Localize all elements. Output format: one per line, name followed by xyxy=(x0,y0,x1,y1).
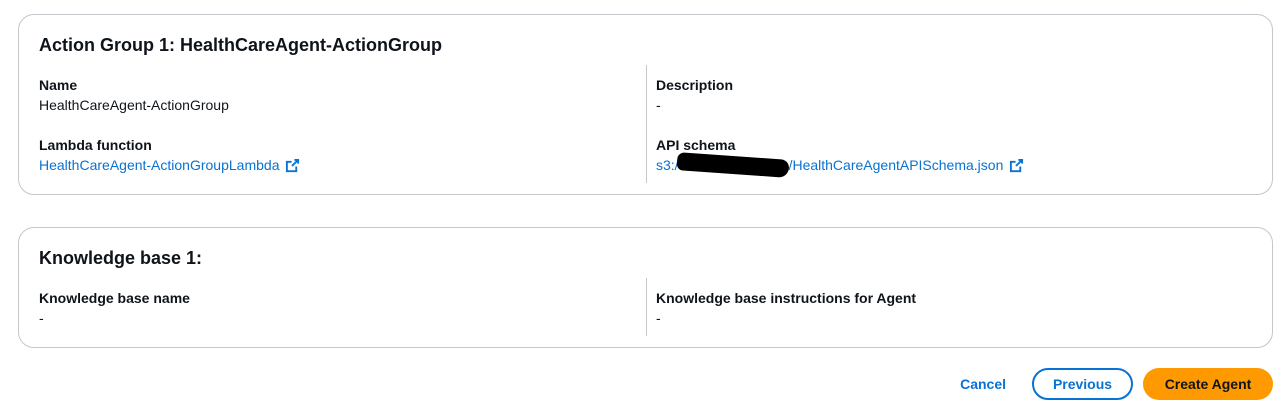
lambda-label: Lambda function xyxy=(39,137,152,153)
external-link-icon xyxy=(1009,158,1024,173)
external-link-icon xyxy=(285,158,300,173)
description-label: Description xyxy=(656,77,734,93)
knowledge-base-title: Knowledge base 1: xyxy=(39,248,203,268)
description-value: - xyxy=(656,97,661,113)
knowledge-base-name-field: Knowledge base name - xyxy=(39,288,190,328)
knowledge-base-card: Knowledge base 1: Knowledge base name - … xyxy=(18,227,1273,348)
knowledge-base-name-value: - xyxy=(39,310,44,326)
cancel-button[interactable]: Cancel xyxy=(944,368,1022,400)
action-group-title: Action Group 1: HealthCareAgent-ActionGr… xyxy=(39,35,443,55)
knowledge-base-instructions-label: Knowledge base instructions for Agent xyxy=(656,290,917,306)
api-schema-link[interactable]: s3:/ /HealthCareAgentAPISchema.json xyxy=(656,152,1024,178)
api-schema-link-prefix: s3:/ xyxy=(656,157,679,173)
api-schema-link-suffix: /HealthCareAgentAPISchema.json xyxy=(788,157,1004,173)
create-agent-button[interactable]: Create Agent xyxy=(1143,368,1273,400)
description-field: Description - xyxy=(656,75,733,115)
api-schema-field: API schema s3:/ /HealthCareAgentAPISchem… xyxy=(656,135,1024,178)
lambda-field: Lambda function HealthCareAgent-ActionGr… xyxy=(39,135,300,175)
action-group-column-divider xyxy=(646,65,647,183)
wizard-footer: Cancel Previous Create Agent xyxy=(944,368,1273,400)
redaction-mark xyxy=(676,152,790,178)
name-label: Name xyxy=(39,77,78,93)
name-value: HealthCareAgent-ActionGroup xyxy=(39,97,229,113)
previous-button[interactable]: Previous xyxy=(1032,368,1133,400)
action-group-card: Action Group 1: HealthCareAgent-ActionGr… xyxy=(18,14,1273,195)
name-field: Name HealthCareAgent-ActionGroup xyxy=(39,75,229,115)
knowledge-base-column-divider xyxy=(646,278,647,336)
api-schema-label: API schema xyxy=(656,137,736,153)
lambda-function-link-text: HealthCareAgent-ActionGroupLambda xyxy=(39,157,280,173)
lambda-function-link[interactable]: HealthCareAgent-ActionGroupLambda xyxy=(39,155,300,175)
knowledge-base-instructions-value: - xyxy=(656,310,661,326)
knowledge-base-name-label: Knowledge base name xyxy=(39,290,190,306)
knowledge-base-instructions-field: Knowledge base instructions for Agent - xyxy=(656,288,916,328)
